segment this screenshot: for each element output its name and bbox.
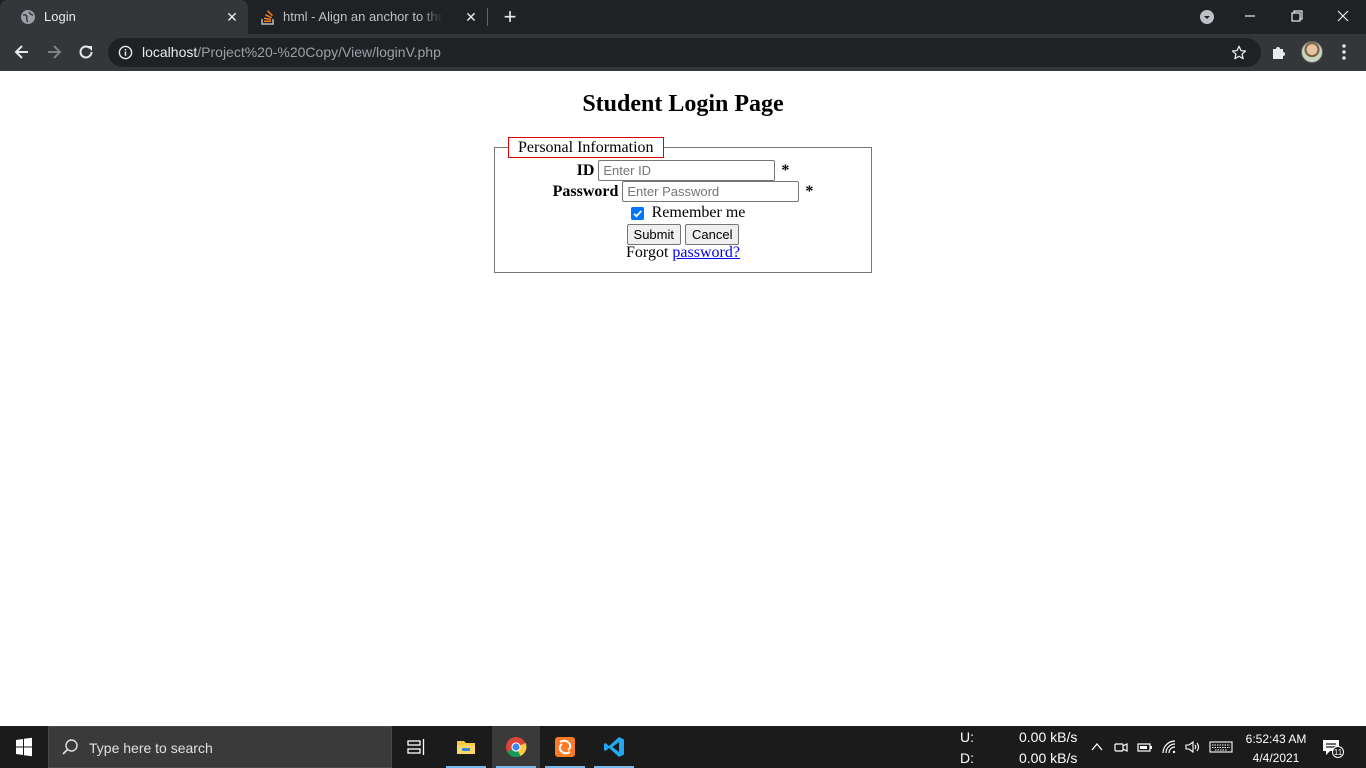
password-label: Password xyxy=(552,182,619,200)
taskbar: Type here to search U: 0.00 kB/s D: 0.00… xyxy=(0,726,1366,768)
volume-icon[interactable] xyxy=(1184,739,1200,755)
page-content: Student Login Page Personal Information … xyxy=(0,71,1366,726)
taskbar-search[interactable]: Type here to search xyxy=(48,726,392,768)
reload-icon[interactable] xyxy=(76,42,96,62)
forgot-text: Forgot xyxy=(626,244,669,261)
forgot-row: Forgot password? xyxy=(495,244,871,262)
battery-icon[interactable] xyxy=(1137,739,1153,755)
url-host: localhost xyxy=(142,44,198,60)
xampp-icon xyxy=(555,737,575,757)
xampp-button[interactable] xyxy=(541,726,589,768)
chrome-button[interactable] xyxy=(492,726,540,768)
keyboard-icon[interactable] xyxy=(1209,739,1233,755)
meet-now-icon[interactable] xyxy=(1113,739,1129,755)
tab-title: html - Align an anchor to the right xyxy=(283,9,443,24)
globe-icon xyxy=(21,10,35,24)
net-download-label: D: xyxy=(960,750,974,766)
id-row: ID * xyxy=(495,160,871,181)
task-view-button[interactable] xyxy=(392,726,440,768)
net-upload-value: 0.00 kB/s xyxy=(1019,729,1078,745)
file-explorer-icon xyxy=(457,741,475,754)
page-title: Student Login Page xyxy=(582,91,784,117)
url-path: /Project%20-%20Copy/View/loginV.php xyxy=(197,44,441,60)
personal-info-fieldset: Personal Information ID * Password * Rem… xyxy=(494,137,872,273)
submit-button[interactable]: Submit xyxy=(626,224,681,245)
id-label: ID xyxy=(576,161,595,179)
password-row: Password * xyxy=(495,181,871,202)
search-placeholder: Type here to search xyxy=(89,740,213,756)
required-marker: * xyxy=(781,161,790,179)
button-row: Submit Cancel xyxy=(495,224,871,245)
address-bar[interactable]: localhost/Project%20-%20Copy/View/loginV… xyxy=(108,38,1261,67)
wifi-icon[interactable] xyxy=(1161,739,1177,755)
profile-avatar[interactable] xyxy=(1301,41,1323,63)
chrome-icon xyxy=(506,737,527,758)
file-explorer-button[interactable] xyxy=(442,726,490,768)
id-input[interactable] xyxy=(598,160,776,181)
net-upload-label: U: xyxy=(960,729,974,745)
search-icon xyxy=(62,739,78,755)
remember-row: Remember me xyxy=(500,204,876,222)
net-download-value: 0.00 kB/s xyxy=(1019,750,1078,766)
back-icon[interactable] xyxy=(12,42,32,62)
chevron-up-icon[interactable] xyxy=(1089,739,1105,755)
notification-icon[interactable]: 11 xyxy=(1322,738,1344,758)
close-tab-icon[interactable]: ✕ xyxy=(225,10,239,24)
task-view-icon xyxy=(407,739,425,755)
stackoverflow-icon xyxy=(261,10,274,25)
vscode-button[interactable] xyxy=(590,726,638,768)
required-marker: * xyxy=(805,182,814,200)
notification-count: 11 xyxy=(1334,748,1343,757)
fieldset-legend: Personal Information xyxy=(508,137,664,158)
password-input[interactable] xyxy=(622,181,800,202)
clock[interactable]: 6:52:43 AM 4/4/2021 xyxy=(1236,730,1316,768)
browser-toolbar: localhost/Project%20-%20Copy/View/loginV… xyxy=(0,34,1366,71)
forgot-password-link[interactable]: password? xyxy=(672,244,740,262)
kebab-menu-icon[interactable] xyxy=(1336,43,1352,61)
tab-strip: Login ✕ html - Align an anchor to the ri… xyxy=(0,0,1366,34)
tab-login[interactable]: Login ✕ xyxy=(0,0,248,34)
bookmark-star-icon[interactable] xyxy=(1230,44,1248,62)
tab-separator xyxy=(487,8,488,26)
remember-checkbox[interactable] xyxy=(630,206,644,220)
vscode-icon xyxy=(604,737,624,757)
forward-icon[interactable] xyxy=(44,42,64,62)
url-text[interactable]: localhost/Project%20-%20Copy/View/loginV… xyxy=(142,44,441,60)
extensions-puzzle-icon[interactable] xyxy=(1270,43,1288,61)
cancel-button[interactable]: Cancel xyxy=(685,224,740,245)
tab-search-icon[interactable] xyxy=(1199,9,1215,25)
close-window-icon[interactable] xyxy=(1333,6,1353,26)
close-tab-icon[interactable]: ✕ xyxy=(464,10,478,24)
restore-icon[interactable] xyxy=(1287,6,1307,26)
tab-title: Login xyxy=(44,9,76,24)
clock-date: 4/4/2021 xyxy=(1252,751,1300,765)
remember-label[interactable]: Remember me xyxy=(652,204,746,222)
new-tab-button[interactable]: + xyxy=(500,6,520,28)
windows-start-icon[interactable] xyxy=(0,726,48,768)
tab-stackoverflow[interactable]: html - Align an anchor to the right ✕ xyxy=(248,0,488,34)
minimize-icon[interactable] xyxy=(1240,6,1260,26)
clock-time: 6:52:43 AM xyxy=(1245,732,1307,746)
info-icon[interactable] xyxy=(118,45,133,60)
